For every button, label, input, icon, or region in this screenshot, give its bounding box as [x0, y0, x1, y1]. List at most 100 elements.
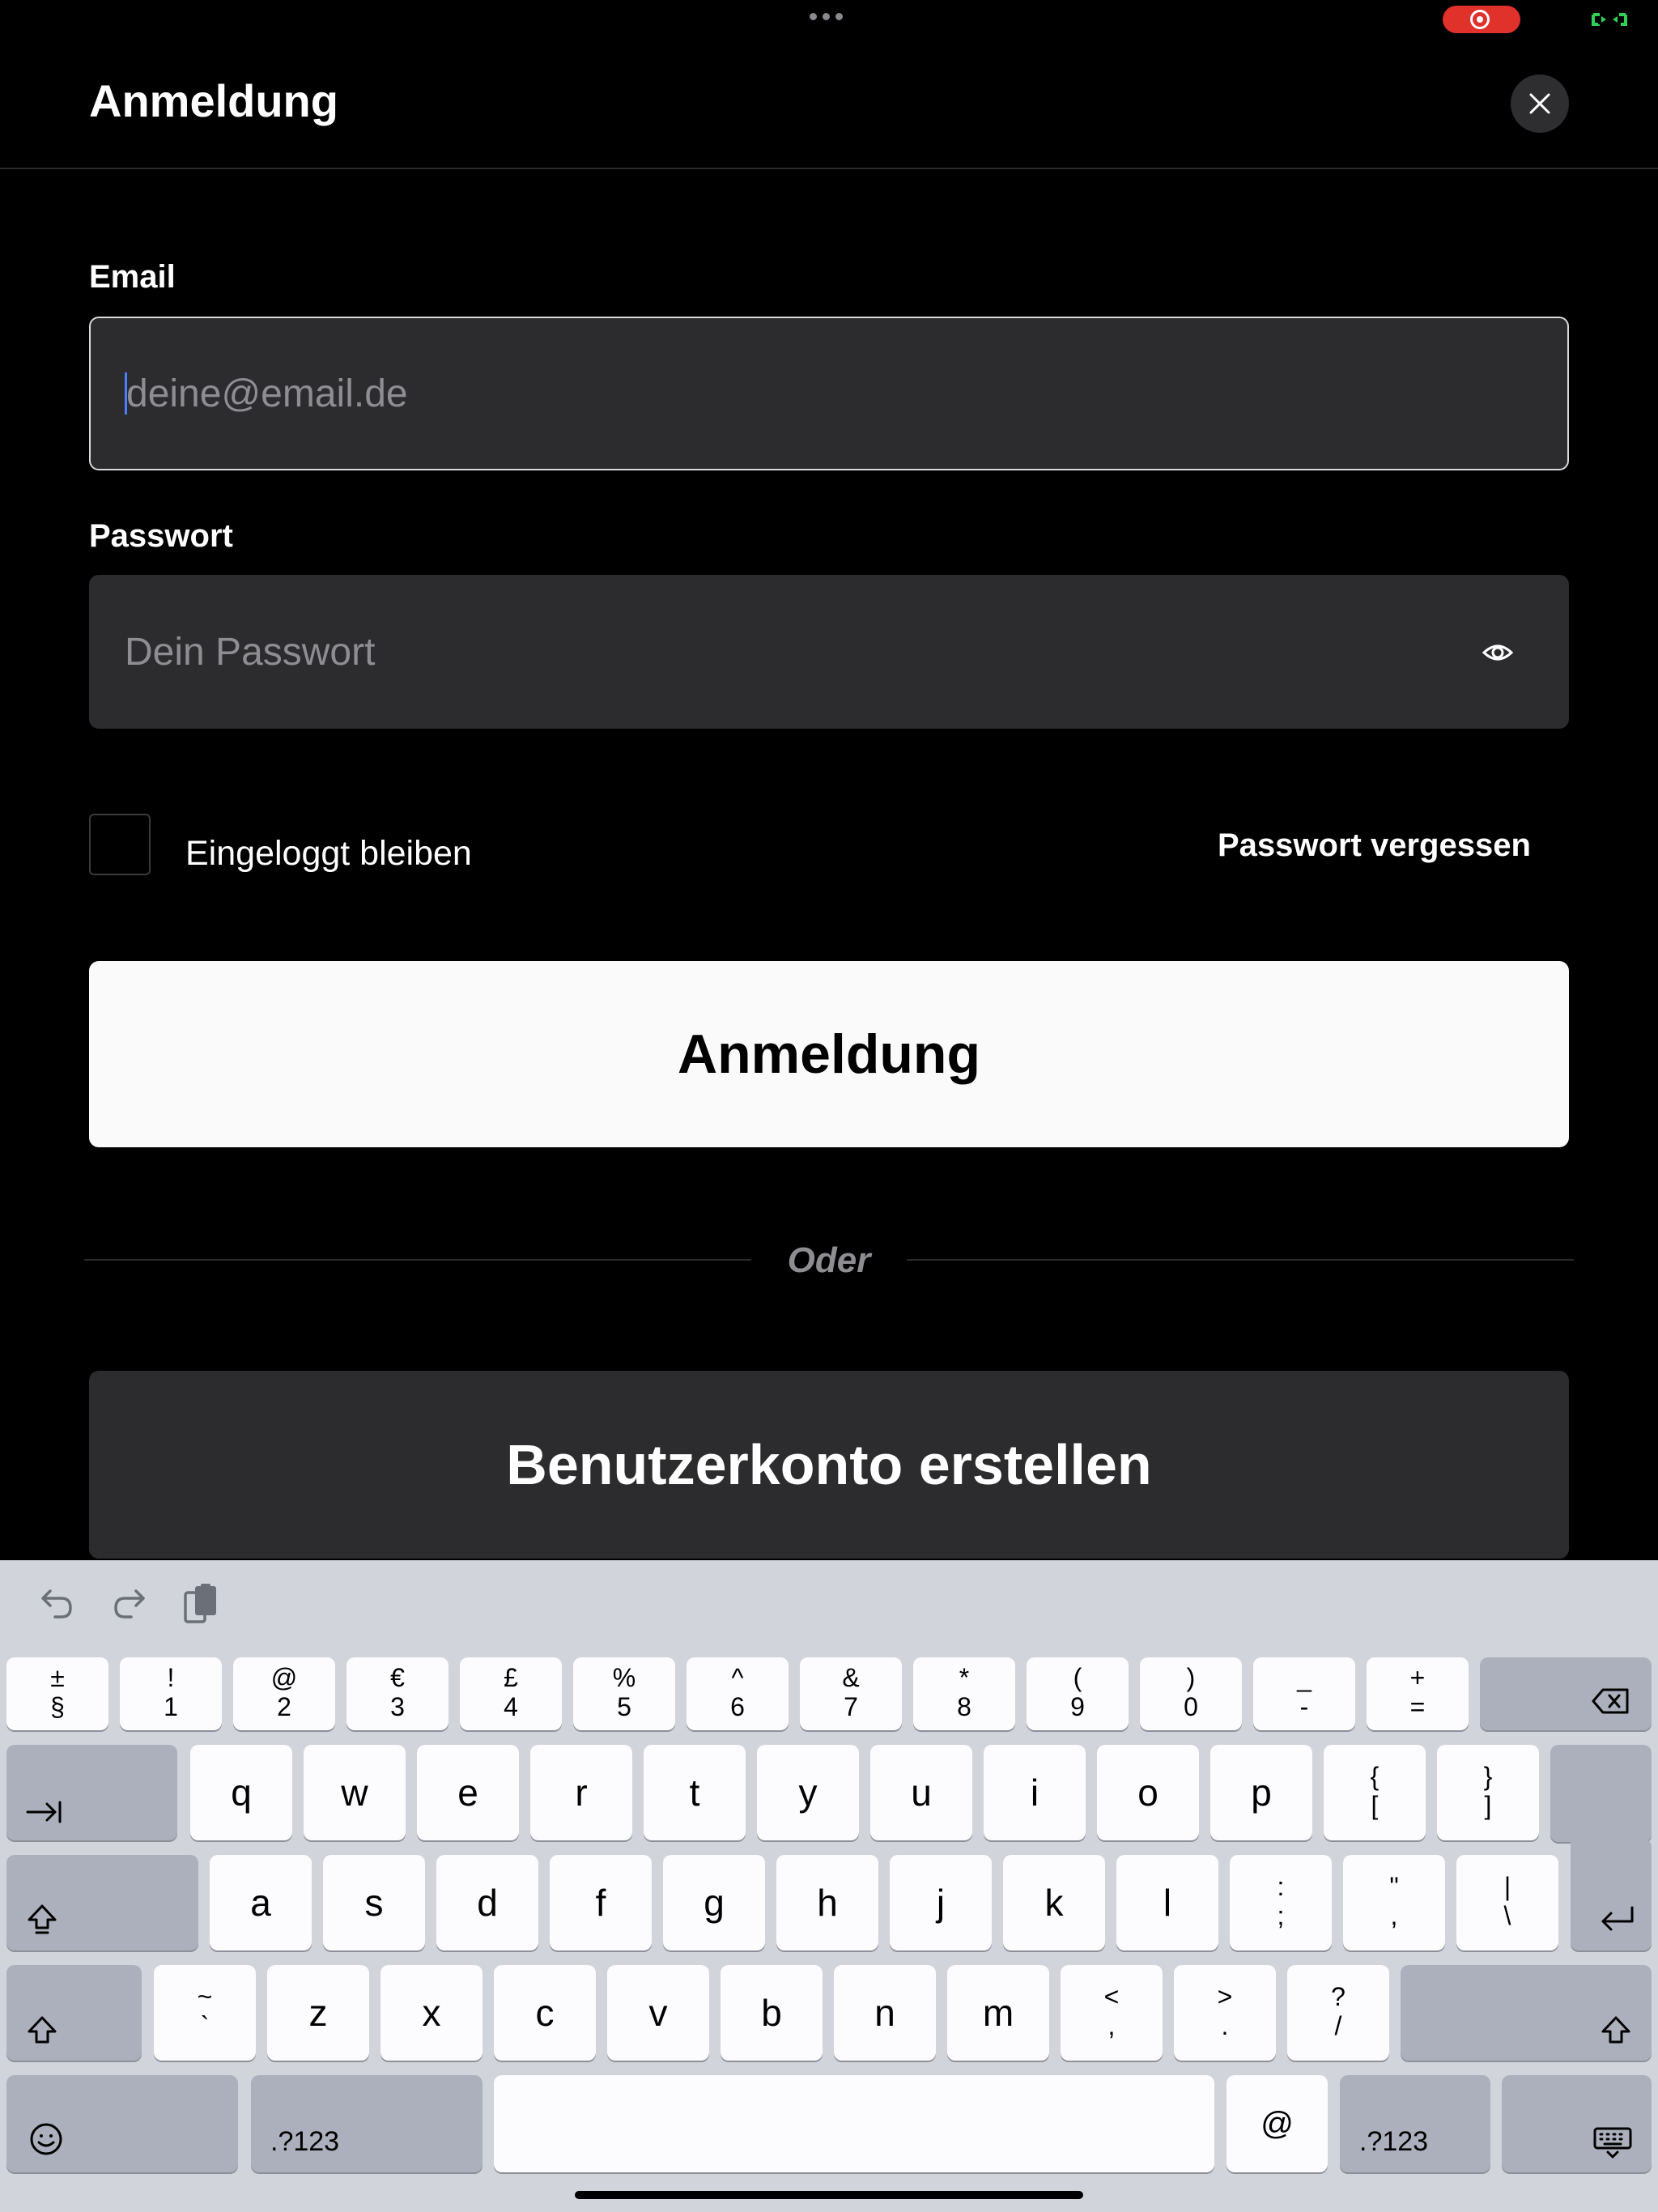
- key-symbol: -: [1299, 1692, 1309, 1721]
- record-icon: [1470, 10, 1490, 29]
- tab-key[interactable]: [6, 1745, 177, 1840]
- key-f[interactable]: f: [550, 1855, 652, 1950]
- delete-backspace-icon: [1592, 1688, 1629, 1714]
- screen-recording-indicator[interactable]: [1443, 6, 1520, 33]
- key-symbol: ,: [1390, 1901, 1398, 1930]
- key-n[interactable]: n: [834, 1965, 936, 2061]
- key-4[interactable]: £4: [460, 1657, 562, 1730]
- key-?[interactable]: ? /: [1287, 1965, 1389, 2061]
- multitasking-dots-icon[interactable]: [810, 13, 848, 24]
- key-m[interactable]: m: [947, 1965, 1049, 2061]
- key-c[interactable]: c: [494, 1965, 596, 2061]
- key-symbol: 6: [730, 1692, 745, 1721]
- key-=[interactable]: + =: [1367, 1657, 1469, 1730]
- page-title: Anmeldung: [89, 75, 338, 126]
- key-h[interactable]: h: [776, 1855, 878, 1950]
- shift-key-left[interactable]: [6, 1965, 142, 2061]
- key-symbol: 0: [1184, 1692, 1198, 1721]
- undo-icon[interactable]: [39, 1586, 74, 1622]
- numbers-key-right[interactable]: .?123: [1340, 2075, 1490, 2172]
- password-input[interactable]: [125, 575, 1420, 729]
- key-at[interactable]: @: [1226, 2075, 1328, 2172]
- key-shift-symbol: (: [1073, 1663, 1082, 1692]
- key-o[interactable]: o: [1097, 1745, 1199, 1840]
- key-3[interactable]: €3: [346, 1657, 449, 1730]
- key-x[interactable]: x: [380, 1965, 483, 2061]
- header-divider: [0, 168, 1658, 169]
- key-d[interactable]: d: [436, 1855, 538, 1950]
- close-button[interactable]: [1511, 74, 1569, 133]
- key-6[interactable]: ^ 6: [687, 1657, 789, 1730]
- key-r[interactable]: r: [530, 1745, 632, 1840]
- key-symbol: \: [1503, 1901, 1511, 1930]
- dismiss-keyboard-key[interactable]: [1502, 2075, 1652, 2172]
- key-letter: f: [595, 1882, 606, 1924]
- key-v[interactable]: v: [607, 1965, 709, 2061]
- key-w[interactable]: w: [304, 1745, 406, 1840]
- remember-me-label[interactable]: Eingeloggt bleiben: [185, 834, 472, 874]
- key-;[interactable]: :;: [1230, 1855, 1332, 1950]
- key-[[interactable]: {[: [1324, 1745, 1426, 1840]
- key-][interactable]: }]: [1437, 1745, 1539, 1840]
- key-s[interactable]: s: [323, 1855, 425, 1950]
- key-0[interactable]: ) 0: [1140, 1657, 1242, 1730]
- password-field-container[interactable]: [89, 575, 1569, 729]
- home-indicator[interactable]: [575, 2191, 1083, 2199]
- key-letter: m: [982, 1992, 1014, 2034]
- key-9[interactable]: (9: [1027, 1657, 1129, 1730]
- key-g[interactable]: g: [663, 1855, 765, 1950]
- email-label: Email: [89, 259, 176, 295]
- key-q[interactable]: q: [190, 1745, 292, 1840]
- space-bar[interactable]: [494, 2075, 1214, 2172]
- key--[interactable]: _ -: [1253, 1657, 1355, 1730]
- login-button[interactable]: Anmeldung: [89, 961, 1569, 1147]
- key-y[interactable]: y: [757, 1745, 859, 1840]
- key->[interactable]: >.: [1174, 1965, 1276, 2061]
- create-account-button[interactable]: Benutzerkonto erstellen: [89, 1371, 1569, 1559]
- shift-key-right[interactable]: [1401, 1965, 1652, 2061]
- redo-icon[interactable]: [112, 1586, 147, 1622]
- numbers-label: .?123: [270, 2126, 340, 2157]
- key-backtick[interactable]: ~ `: [154, 1965, 256, 2061]
- forgot-password-link[interactable]: Passwort vergessen: [1218, 827, 1531, 864]
- email-input[interactable]: [126, 318, 1422, 469]
- key-\[interactable]: | \: [1456, 1855, 1558, 1950]
- key-5[interactable]: % 5: [573, 1657, 675, 1730]
- key-e[interactable]: e: [417, 1745, 519, 1840]
- key-shift-symbol: %: [612, 1663, 636, 1692]
- key-shift-symbol: :: [1277, 1872, 1285, 1901]
- emoji-smiley-icon: [30, 2123, 62, 2155]
- key-k[interactable]: k: [1003, 1855, 1105, 1950]
- key-a[interactable]: a: [210, 1855, 312, 1950]
- key-z[interactable]: z: [267, 1965, 369, 2061]
- paste-clipboard-icon[interactable]: [183, 1583, 219, 1625]
- key-b[interactable]: b: [721, 1965, 823, 2061]
- key-p[interactable]: p: [1210, 1745, 1312, 1840]
- key-,[interactable]: ",: [1343, 1855, 1445, 1950]
- key-letter: e: [457, 1772, 478, 1814]
- key-letter: a: [250, 1882, 271, 1924]
- key-<[interactable]: <,: [1061, 1965, 1163, 2061]
- key-2[interactable]: @2: [233, 1657, 335, 1730]
- key-8[interactable]: * 8: [913, 1657, 1015, 1730]
- key-shift-symbol: ^: [731, 1663, 744, 1692]
- key-t[interactable]: t: [644, 1745, 746, 1840]
- caps-lock-key[interactable]: [6, 1855, 198, 1950]
- key-symbol: 7: [844, 1692, 858, 1721]
- remember-me-checkbox[interactable]: [89, 814, 151, 875]
- key-symbol: =: [1409, 1692, 1426, 1721]
- return-key[interactable]: [1571, 1839, 1652, 1950]
- key-j[interactable]: j: [890, 1855, 992, 1950]
- delete-key[interactable]: [1480, 1657, 1652, 1730]
- key-u[interactable]: u: [870, 1745, 972, 1840]
- email-field-container[interactable]: [89, 317, 1569, 470]
- key-i[interactable]: i: [984, 1745, 1086, 1840]
- return-key-top[interactable]: [1550, 1745, 1652, 1842]
- key-§[interactable]: ± §: [6, 1657, 108, 1730]
- emoji-key[interactable]: [6, 2075, 238, 2172]
- show-password-eye-icon[interactable]: [1482, 638, 1514, 667]
- key-1[interactable]: ! 1: [120, 1657, 222, 1730]
- key-l[interactable]: l: [1116, 1855, 1218, 1950]
- key-7[interactable]: & 7: [800, 1657, 902, 1730]
- numbers-key-left[interactable]: .?123: [251, 2075, 483, 2172]
